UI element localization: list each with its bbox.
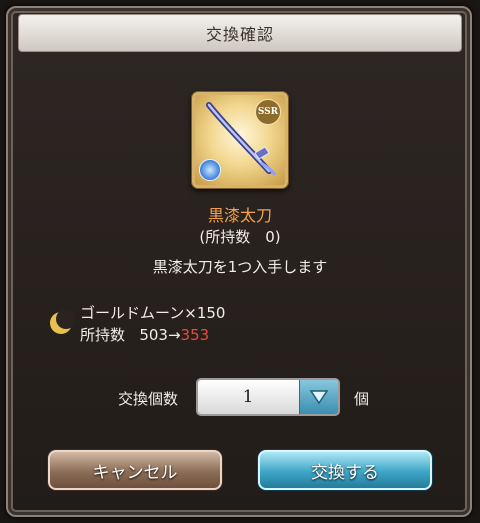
exchange-button[interactable]: 交換する <box>258 450 432 490</box>
quantity-value: 1 <box>242 387 254 407</box>
item-owned-count: (所持数 0) <box>199 228 281 246</box>
quantity-row: 交換個数 1 個 <box>26 378 454 418</box>
quantity-dropdown-button[interactable] <box>299 380 338 414</box>
currency-owned-label: 所持数 <box>80 326 126 344</box>
dialog-content: SSR 黒漆太刀 (所持数 0) 黒漆太刀を1つ入手します ゴールドムーン×15… <box>26 62 454 502</box>
currency-cost: ゴールドムーン×150 <box>80 304 226 322</box>
quantity-label: 交換個数 <box>118 390 179 408</box>
currency-after: 353 <box>180 326 210 344</box>
dialog-title-bar: 交換確認 <box>18 14 462 52</box>
element-water-icon <box>199 159 221 181</box>
item-image: SSR <box>192 92 288 188</box>
cancel-button[interactable]: キャンセル <box>48 450 222 490</box>
crescent-moon-icon <box>50 310 74 334</box>
exchange-button-label: 交換する <box>311 462 379 483</box>
quantity-select[interactable]: 1 <box>196 378 340 416</box>
dialog-title: 交換確認 <box>205 25 274 44</box>
cancel-button-label: キャンセル <box>92 462 178 483</box>
currency-before: 503→ <box>139 326 181 344</box>
item-name: 黒漆太刀 <box>207 206 272 225</box>
rarity-badge: SSR <box>255 99 281 125</box>
chevron-down-icon <box>309 390 329 405</box>
quantity-unit: 個 <box>354 390 370 408</box>
acquire-message: 黒漆太刀を1つ入手します <box>152 258 328 276</box>
currency-balance: 所持数 503→353 <box>80 324 209 345</box>
cost-summary: ゴールドムーン×150 所持数 503→353 <box>48 302 348 352</box>
